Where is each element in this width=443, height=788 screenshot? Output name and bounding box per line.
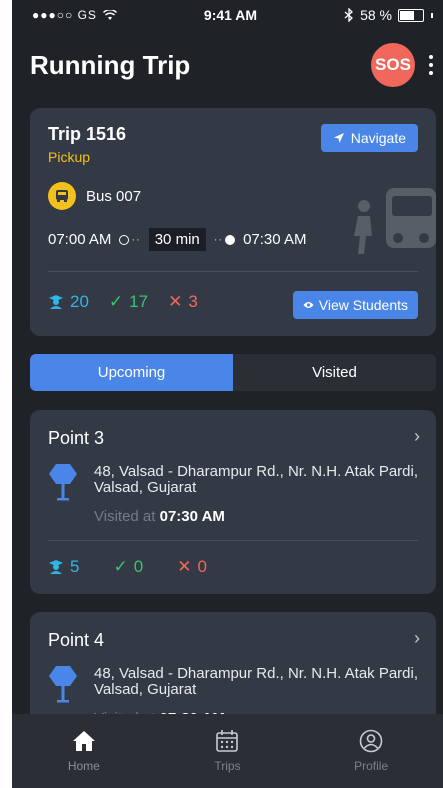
battery-cap: [430, 12, 433, 18]
page-title: Running Trip: [30, 49, 191, 80]
nav-trips[interactable]: Trips: [172, 729, 282, 773]
absent-count: 3: [188, 292, 198, 311]
view-students-button[interactable]: View Students: [292, 291, 418, 319]
battery-percent: 58 %: [360, 7, 392, 23]
visited-time-value: 07:30 AM: [159, 508, 225, 525]
chevron-right-icon[interactable]: ›: [414, 426, 420, 447]
trip-stats: 20 ✓ 17 ✕ 3: [48, 292, 198, 312]
bottom-nav: Home Trips Profile: [12, 714, 443, 788]
visited-label: Visited at: [94, 508, 156, 525]
calendar-icon: [216, 730, 239, 752]
bluetooth-icon: [344, 8, 354, 22]
user-circle-icon: [359, 729, 383, 753]
nav-trips-label: Trips: [214, 759, 241, 773]
battery-icon: [397, 8, 424, 22]
eye-icon: [303, 302, 314, 308]
navigate-label: Navigate: [350, 130, 406, 146]
check-icon: ✓: [108, 292, 124, 311]
trip-duration: 30 min: [148, 228, 206, 251]
students-icon: [49, 560, 63, 574]
nav-profile-label: Profile: [354, 759, 389, 773]
nav-home[interactable]: Home: [29, 729, 139, 773]
tab-upcoming[interactable]: Upcoming: [30, 354, 233, 391]
view-students-label: View Students: [318, 297, 408, 313]
wifi-icon: [102, 9, 117, 20]
battery-level: [399, 10, 414, 20]
divider: [48, 271, 418, 272]
navigate-button[interactable]: Navigate: [320, 124, 418, 152]
header: Running Trip SOS: [12, 30, 443, 90]
trip-card: Trip 1516 Pickup Navigate Bus 007 07:00 …: [30, 108, 436, 336]
present-count: 0: [133, 557, 144, 576]
tab-bar: Upcoming Visited: [30, 354, 436, 391]
home-icon: [72, 731, 95, 751]
start-dot-icon: [119, 234, 130, 245]
trip-title: Trip 1516: [48, 124, 127, 144]
trip-timeline: 07:00 AM ·· 30 min ·· 07:30 AM: [48, 228, 306, 251]
divider: [48, 540, 418, 541]
point-title: Point 4: [48, 630, 105, 650]
check-icon: ✓: [113, 557, 128, 576]
carrier-signal: ●●●○○ GS: [32, 8, 97, 22]
sos-button[interactable]: SOS: [371, 43, 415, 87]
status-bar: ●●●○○ GS 9:41 AM 58 %: [12, 0, 443, 30]
app-screen: ●●●○○ GS 9:41 AM 58 % Running Trip SOS T…: [12, 0, 443, 788]
point-stats: 5 ✓ 0 ✕ 0: [48, 557, 207, 577]
bus-label: Bus 007: [86, 187, 142, 205]
cross-icon: ✕: [177, 557, 192, 576]
location-marker-icon: [49, 666, 77, 703]
point-address: 48, Valsad - Dharampur Rd., Nr. N.H. Ata…: [94, 665, 419, 698]
navigation-arrow-icon: [333, 133, 344, 143]
bus-stop-illustration-icon: [354, 188, 436, 254]
point-title: Point 3: [48, 428, 105, 448]
end-dot-icon: [225, 234, 236, 245]
students-icon: [49, 295, 63, 309]
absent-count: 0: [197, 557, 207, 576]
chevron-right-icon[interactable]: ›: [414, 628, 420, 649]
tab-visited[interactable]: Visited: [233, 354, 436, 391]
end-time: 07:30 AM: [243, 231, 307, 248]
location-marker-icon: [49, 464, 77, 501]
point-card[interactable]: Point 3 › 48, Valsad - Dharampur Rd., Nr…: [30, 410, 436, 594]
status-time: 9:41 AM: [203, 7, 258, 23]
nav-profile[interactable]: Profile: [316, 729, 426, 773]
visited-time: Visited at 07:30 AM: [94, 508, 225, 525]
cross-icon: ✕: [168, 292, 183, 311]
present-count: 17: [129, 292, 149, 311]
point-address: 48, Valsad - Dharampur Rd., Nr. N.H. Ata…: [94, 463, 419, 496]
nav-home-label: Home: [67, 759, 100, 773]
total-count: 5: [70, 557, 80, 576]
start-time: 07:00 AM: [48, 231, 112, 248]
more-options-icon[interactable]: [429, 55, 433, 75]
trip-type: Pickup: [48, 149, 91, 165]
total-count: 20: [70, 292, 89, 311]
bus-icon: [48, 182, 76, 210]
